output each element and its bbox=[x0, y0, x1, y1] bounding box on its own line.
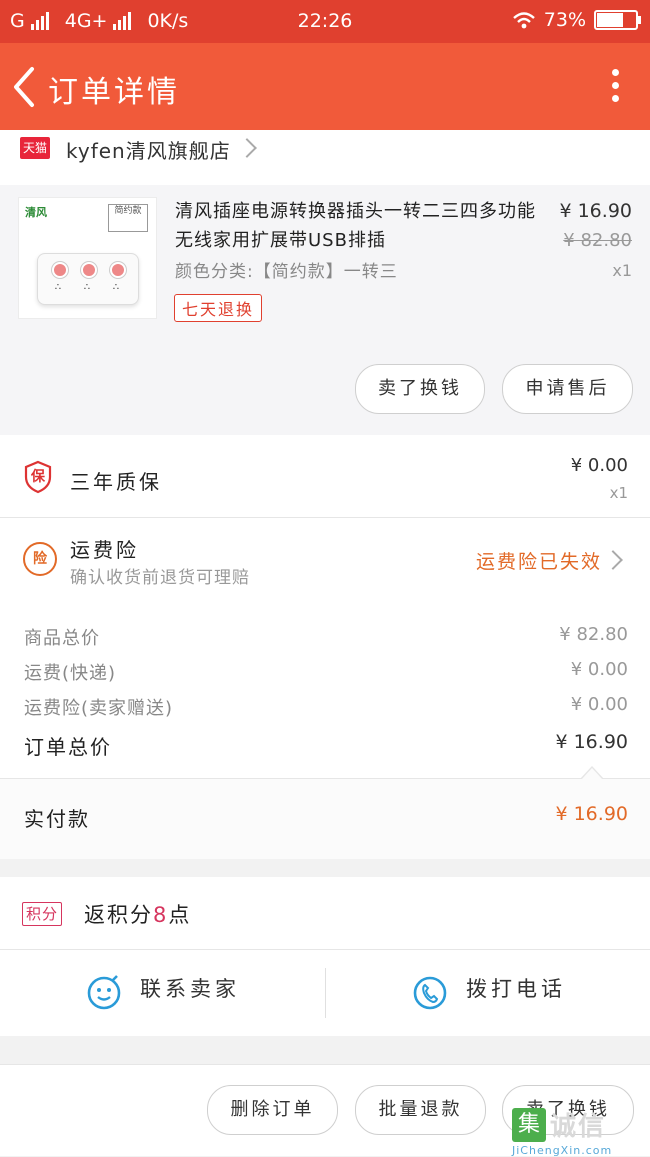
order-total-label: 订单总价 bbox=[24, 735, 112, 759]
points-prefix: 返积分 bbox=[84, 903, 153, 927]
summary-value-goods: ¥ 82.80 bbox=[559, 624, 628, 645]
sell-for-cash-button[interactable]: 卖了换钱 bbox=[355, 364, 485, 414]
more-menu-icon[interactable] bbox=[612, 69, 620, 105]
phone-icon[interactable] bbox=[412, 975, 448, 1011]
divider bbox=[325, 968, 326, 1018]
caret-pointer-inner bbox=[581, 768, 603, 780]
batch-refund-button[interactable]: 批量退款 bbox=[355, 1085, 486, 1135]
summary-value-insurance: ¥ 0.00 bbox=[570, 694, 628, 715]
product-spec: 颜色分类:【简约款】一转三 bbox=[175, 262, 398, 282]
tmall-badge: 天猫 bbox=[20, 137, 50, 159]
battery-icon bbox=[594, 10, 641, 30]
product-title[interactable]: 清风插座电源转换器插头一转二三四多功能无线家用扩展带USB排插 bbox=[175, 197, 550, 255]
chat-face-icon[interactable] bbox=[86, 975, 122, 1011]
points-badge: 积分 bbox=[22, 902, 63, 926]
warranty-title: 三年质保 bbox=[70, 470, 162, 494]
status-bar: G 4G+ 0K/s 22:26 73% bbox=[0, 0, 650, 43]
summary-value-shipping: ¥ 0.00 bbox=[570, 659, 628, 680]
delete-order-button[interactable]: 删除订单 bbox=[207, 1085, 338, 1135]
summary-label-shipping: 运费(快递) bbox=[24, 663, 117, 684]
seven-day-return-badge: 七天退换 bbox=[174, 294, 263, 322]
page-title: 订单详情 bbox=[48, 75, 180, 110]
battery-percent: 73% bbox=[543, 9, 586, 31]
power-strip-illustration: ∴ ∴ ∴ bbox=[37, 253, 139, 305]
watermark-logo: 集 诚信 JiChengXin.com bbox=[512, 1108, 644, 1157]
watermark-cn: 诚信 bbox=[550, 1112, 607, 1142]
product-original-price: ¥ 82.80 bbox=[563, 230, 632, 251]
warranty-icon-char: 保 bbox=[31, 469, 45, 485]
insurance-status[interactable]: 运费险已失效 bbox=[476, 547, 602, 574]
points-count: 8 bbox=[153, 903, 169, 927]
wifi-icon bbox=[512, 12, 535, 29]
watermark-en: JiChengXin.com bbox=[512, 1144, 613, 1157]
call-phone-button[interactable]: 拨打电话 bbox=[466, 973, 566, 1003]
paid-label: 实付款 bbox=[24, 807, 90, 831]
thumb-brand: 清风 bbox=[25, 206, 47, 219]
summary-label-insurance: 运费险(卖家赠送) bbox=[24, 698, 174, 719]
product-quantity: x1 bbox=[612, 261, 632, 280]
back-arrow-icon[interactable] bbox=[6, 63, 46, 111]
watermark-char: 集 bbox=[512, 1108, 546, 1142]
nav-bar: 订单详情 bbox=[0, 43, 650, 130]
order-total-value: ¥ 16.90 bbox=[555, 731, 628, 753]
paid-value: ¥ 16.90 bbox=[555, 803, 628, 825]
insurance-icon: 险 bbox=[23, 542, 57, 576]
insurance-subtitle: 确认收货前退货可理赔 bbox=[70, 568, 250, 588]
product-card[interactable]: 清风 简约款 ∴ ∴ ∴ 清风插座电源转换器插头一转二三四多功能无线家用扩展带USB… bbox=[0, 185, 650, 435]
request-after-sales-button[interactable]: 申请售后 bbox=[502, 364, 633, 414]
shop-name[interactable]: kyfen清风旗舰店 bbox=[66, 135, 231, 164]
paid-row bbox=[0, 779, 650, 859]
insurance-title: 运费险 bbox=[70, 538, 139, 562]
product-image[interactable]: 清风 简约款 ∴ ∴ ∴ bbox=[18, 197, 157, 319]
warranty-quantity: x1 bbox=[609, 484, 628, 502]
product-price: ¥ 16.90 bbox=[559, 200, 632, 222]
warranty-price: ¥ 0.00 bbox=[570, 455, 628, 476]
summary-label-goods: 商品总价 bbox=[24, 628, 100, 649]
thumb-tag: 简约款 bbox=[108, 204, 148, 232]
contact-seller-button[interactable]: 联系卖家 bbox=[140, 973, 240, 1003]
points-suffix: 点 bbox=[168, 903, 192, 927]
points-text: 返积分8点 bbox=[84, 899, 191, 929]
